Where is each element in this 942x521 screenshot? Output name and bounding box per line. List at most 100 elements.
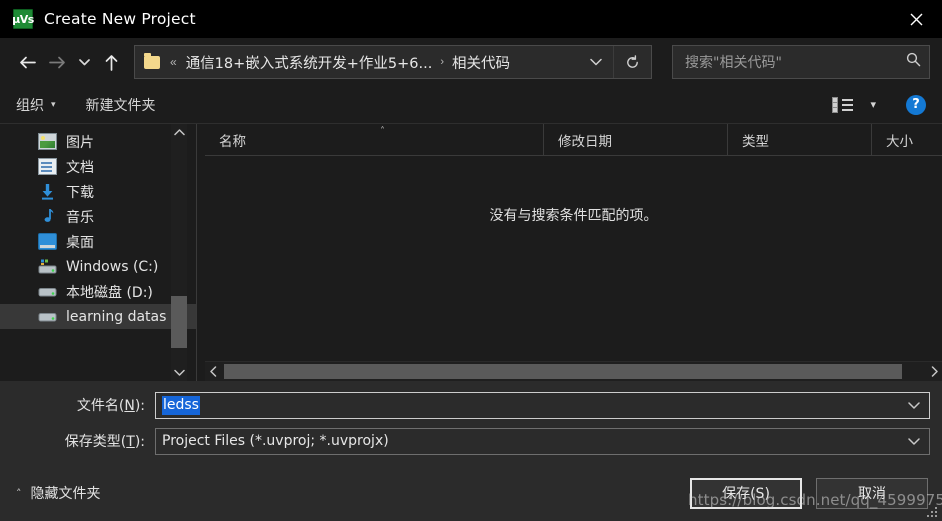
filename-input[interactable]: ledss [155, 392, 930, 419]
column-header-name[interactable]: 名称 ˄ [205, 124, 543, 155]
list-view-icon[interactable] [832, 97, 854, 113]
new-folder-button[interactable]: 新建文件夹 [86, 95, 156, 115]
sidebar-item-learning-datas[interactable]: learning datas [0, 304, 196, 329]
forward-button[interactable] [42, 47, 72, 77]
pane-splitter[interactable] [196, 124, 205, 381]
title-bar: µVs Create New Project [0, 0, 942, 38]
uvision-icon-glyph: µVs [14, 10, 32, 28]
filetype-label: 保存类型(T): [0, 431, 155, 451]
address-bar[interactable]: « 通信18+嵌入式系统开发+作业5+6... › 相关代码 [134, 45, 652, 79]
sidebar-scrollbar[interactable] [171, 124, 187, 381]
search-icon [906, 52, 921, 72]
recent-locations-button[interactable] [72, 47, 96, 77]
sidebar-item-label: 文档 [66, 157, 94, 177]
arrow-left-icon [18, 55, 37, 70]
documents-icon [38, 158, 57, 175]
filename-dropdown-button[interactable] [899, 402, 929, 409]
folder-icon [144, 56, 160, 69]
hscrollbar-track[interactable] [221, 362, 926, 382]
sidebar-item-label: 音乐 [66, 207, 94, 227]
view-options-chevron-down-icon[interactable]: ▾ [870, 98, 876, 111]
desktop-icon [38, 233, 57, 250]
sidebar-item-windows-c[interactable]: Windows (C:) [0, 254, 196, 279]
column-header-row: 名称 ˄ 修改日期 类型 大小 [205, 124, 942, 156]
filetype-row: 保存类型(T): Project Files (*.uvproj; *.uvpr… [0, 427, 942, 455]
filename-label-pre: 文件名( [77, 398, 124, 414]
uvision-icon: µVs [13, 9, 33, 29]
close-icon [910, 13, 923, 26]
breadcrumb-overflow[interactable]: « [170, 55, 177, 69]
file-list[interactable]: 没有与搜索条件匹配的项。 [205, 156, 942, 361]
column-label: 修改日期 [558, 130, 612, 150]
sidebar-item-label: 桌面 [66, 232, 94, 252]
hscrollbar-thumb[interactable] [224, 364, 902, 379]
column-header-type[interactable]: 类型 [727, 124, 871, 155]
navigation-sidebar: 图片 文档 下载 [0, 124, 196, 381]
filename-value[interactable]: ledss [162, 396, 200, 415]
sidebar-item-local-disk-d[interactable]: 本地磁盘 (D:) [0, 279, 196, 304]
watermark: https://blog.csdn.net/qq_45999753 [688, 491, 942, 509]
breadcrumb-segment-1[interactable]: 通信18+嵌入式系统开发+作业5+6... [186, 52, 433, 73]
help-label: ? [912, 97, 920, 112]
filetype-dropdown-button[interactable] [899, 438, 929, 445]
chevron-down-icon [908, 438, 920, 445]
organize-button[interactable]: 组织 ▾ [16, 95, 56, 115]
help-icon[interactable]: ? [906, 95, 926, 115]
sidebar-item-documents[interactable]: 文档 [0, 154, 196, 179]
hide-folders-label: 隐藏文件夹 [31, 483, 101, 503]
filetype-select[interactable]: Project Files (*.uvproj; *.uvprojx) [155, 428, 930, 455]
chevron-left-icon [210, 366, 217, 377]
resize-grip-icon[interactable] [926, 506, 937, 517]
scroll-down-button[interactable] [171, 364, 187, 381]
pictures-icon [38, 133, 57, 150]
refresh-icon [625, 55, 640, 70]
sidebar-item-pictures[interactable]: 图片 [0, 129, 196, 154]
column-label: 名称 [219, 130, 246, 150]
scroll-up-button[interactable] [171, 124, 187, 141]
scrollbar-thumb[interactable] [171, 296, 187, 348]
column-label: 类型 [742, 130, 769, 150]
sidebar-item-label: 图片 [66, 132, 94, 152]
scrollbar-track[interactable] [171, 141, 187, 364]
arrow-right-icon [48, 55, 67, 70]
chevron-down-icon [79, 58, 90, 66]
sidebar-item-label: learning datas [66, 309, 166, 325]
breadcrumb-segment-2[interactable]: 相关代码 [452, 52, 510, 73]
chevron-up-icon: ˄ [16, 487, 22, 500]
drive-icon [38, 283, 57, 300]
sort-ascending-icon: ˄ [380, 126, 385, 137]
dialog-body: 图片 文档 下载 [0, 124, 942, 381]
file-list-horizontal-scrollbar[interactable] [205, 361, 942, 381]
search-input[interactable]: 搜索"相关代码" [685, 52, 906, 72]
scroll-right-button[interactable] [926, 362, 942, 382]
column-header-size[interactable]: 大小 [871, 124, 942, 155]
window-title: Create New Project [44, 10, 196, 28]
breadcrumb-separator: › [440, 56, 444, 68]
sidebar-item-desktop[interactable]: 桌面 [0, 229, 196, 254]
sidebar-item-music[interactable]: 音乐 [0, 204, 196, 229]
address-dropdown-button[interactable] [579, 46, 613, 78]
filename-label-post: ): [135, 398, 145, 414]
sidebar-item-downloads[interactable]: 下载 [0, 179, 196, 204]
hide-folders-button[interactable]: ˄ 隐藏文件夹 [0, 483, 101, 503]
up-button[interactable] [96, 47, 126, 77]
chevron-down-icon [590, 58, 602, 66]
sidebar-item-label: Windows (C:) [66, 259, 158, 275]
file-list-pane: 名称 ˄ 修改日期 类型 大小 没有与搜索条件匹配的项。 [205, 124, 942, 381]
refresh-button[interactable] [613, 46, 651, 78]
filetype-label-pre: 保存类型( [65, 434, 126, 450]
chevron-down-icon [908, 402, 920, 409]
back-button[interactable] [12, 47, 42, 77]
close-button[interactable] [890, 0, 942, 38]
filetype-label-post: ): [135, 434, 145, 450]
dialog-footer: ˄ 隐藏文件夹 保存(S) 取消 https://blog.csdn.net/q… [0, 465, 942, 521]
save-form: 文件名(N): ledss 保存类型(T): Project Files (*.… [0, 381, 942, 465]
scroll-left-button[interactable] [205, 362, 221, 382]
column-header-date-modified[interactable]: 修改日期 [543, 124, 727, 155]
chevron-right-icon [931, 366, 938, 377]
filetype-label-key: T [126, 434, 135, 450]
search-box[interactable]: 搜索"相关代码" [672, 45, 930, 79]
chevron-down-icon [174, 369, 185, 376]
navigation-bar: « 通信18+嵌入式系统开发+作业5+6... › 相关代码 搜索"相关代码" [0, 38, 942, 86]
music-icon [38, 208, 57, 225]
